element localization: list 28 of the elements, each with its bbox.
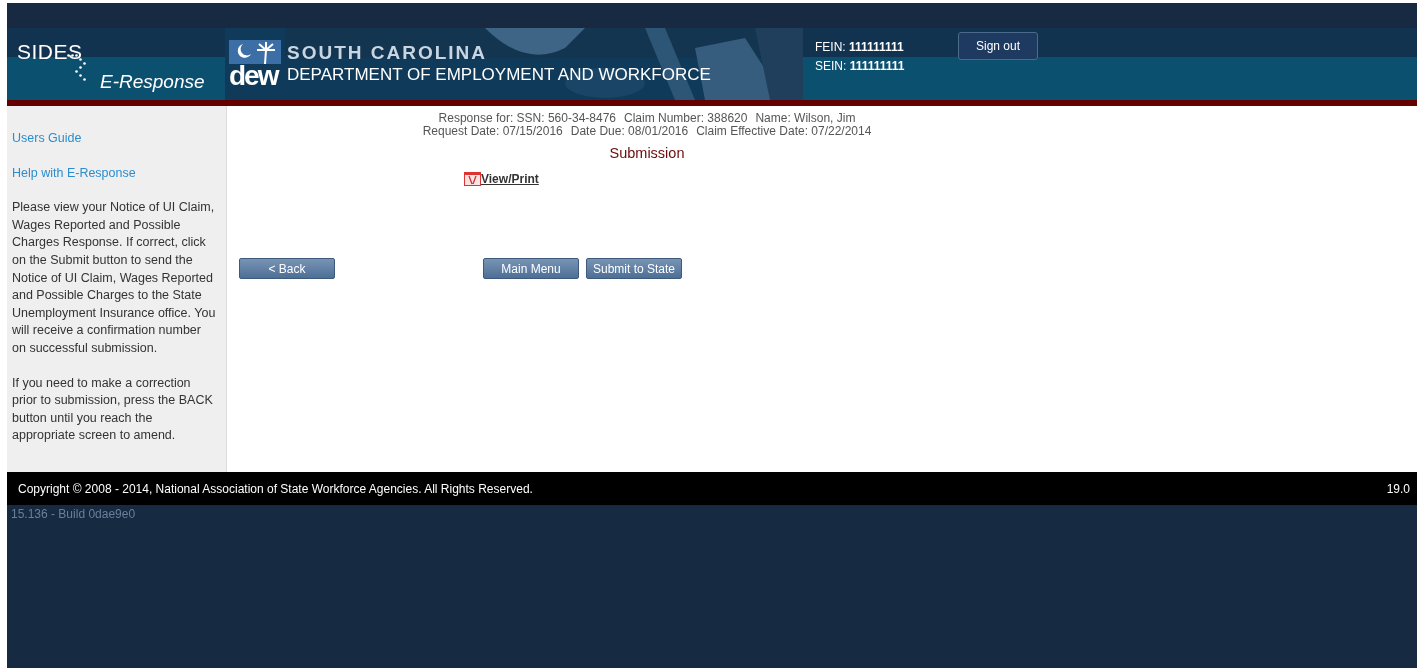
nav-button[interactable]: Main Menu xyxy=(483,258,579,279)
page-title: Submission xyxy=(608,147,686,160)
info-text: Response for: SSN: 560-34-8476 xyxy=(438,111,616,125)
version-text: 19.0 xyxy=(1386,480,1410,498)
nav-button[interactable]: Submit to State xyxy=(586,258,682,279)
info-text: Claim Effective Date: 07/22/2014 xyxy=(696,124,872,138)
sign-out-button[interactable]: Sign out xyxy=(958,32,1038,60)
agency-state: SOUTH CAROLINA xyxy=(287,42,489,64)
info-text: Claim Number: 388620 xyxy=(624,111,748,125)
info-text: Name: Wilson, Jim xyxy=(755,111,856,125)
logo-text: E-Response xyxy=(100,69,205,94)
info-text: Request Date: 07/15/2016 xyxy=(422,124,563,138)
copyright-text: Copyright © 2008 - 2014, National Association of State Workforce Agencies. All Rights Reserved. xyxy=(18,480,533,498)
back-button[interactable]: < Back xyxy=(239,258,335,279)
sidebar-link[interactable]: Users Guide xyxy=(12,130,82,148)
logo-text: SIDES xyxy=(17,39,83,65)
view-print-link[interactable]: View/Print xyxy=(481,170,539,188)
help-text: Please view your Notice of UI Claim, Wages Reported and Possible Charges Response. If correct, click on the Submit button to send the Notice of UI Claim, Wages Reported and Possible Charges to the State Unemployment Insurance office. You will receive a confirmation number on successful submission. xyxy=(12,199,217,357)
agency-name: DEPARTMENT OF EMPLOYMENT AND WORKFORCE xyxy=(287,64,711,86)
id-label: FEIN: 111111111 xyxy=(815,39,905,56)
sidebar-link[interactable]: Help with E-Response xyxy=(12,164,136,183)
help-text: If you need to make a correction prior to submission, press the BACK button until you reach the appropriate screen to amend. xyxy=(12,374,214,445)
info-text: Date Due: 08/01/2016 xyxy=(570,124,689,138)
palmetto-moon-icon xyxy=(229,40,281,64)
pdf-icon xyxy=(464,172,481,186)
logo-text: dew xyxy=(229,64,278,88)
build-text: 15.136 - Build 0dae9e0 xyxy=(10,507,136,521)
id-label: SEIN: 111111111 xyxy=(815,58,906,75)
